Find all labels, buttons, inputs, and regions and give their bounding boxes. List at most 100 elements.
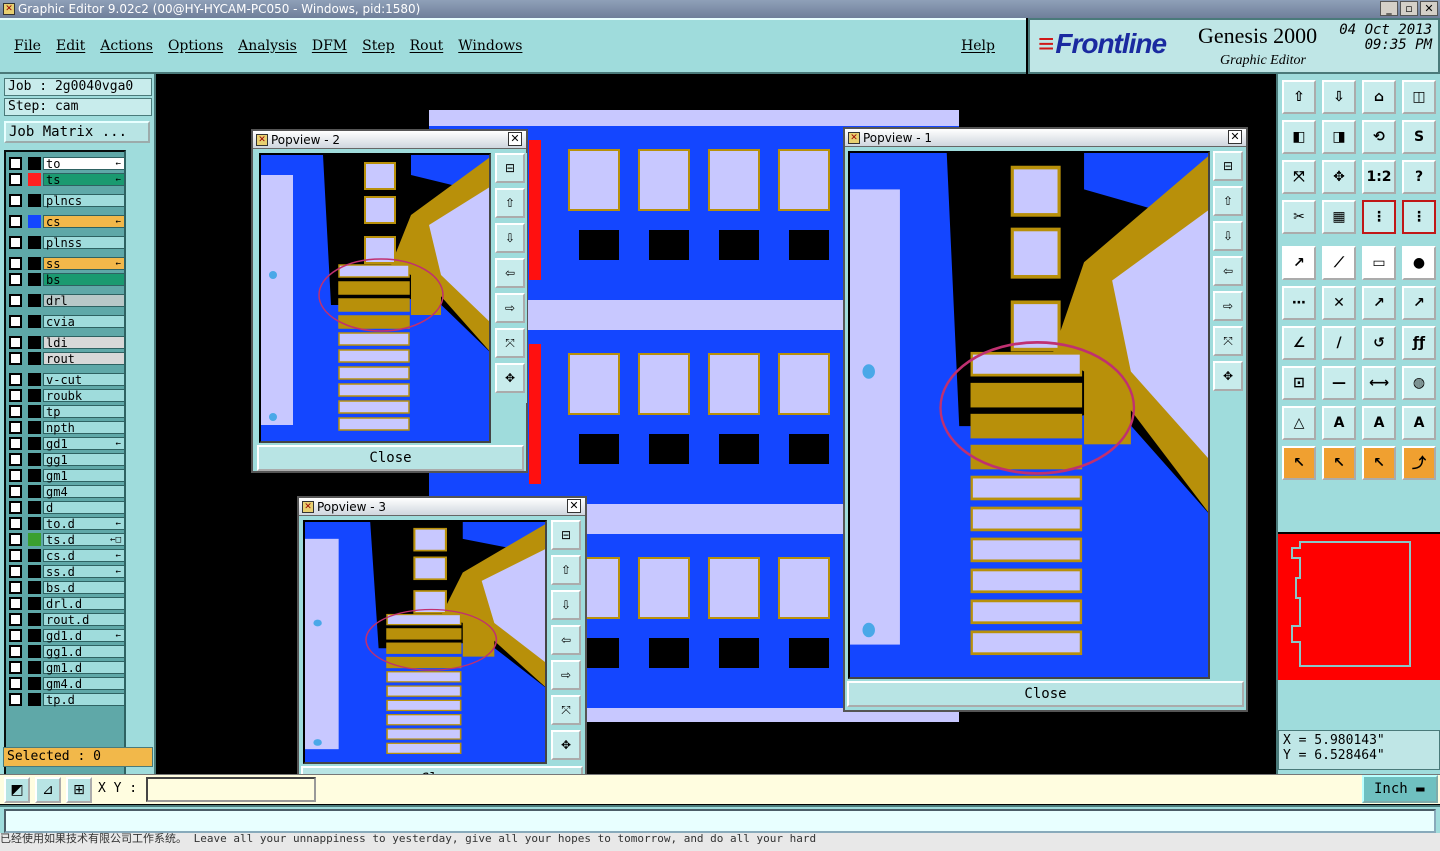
ff-icon[interactable]: ƒƒ: [1402, 326, 1436, 360]
layer-name[interactable]: gd1 ←: [43, 436, 125, 450]
menu-dfm[interactable]: DFM: [312, 38, 347, 54]
layer-checkbox[interactable]: [9, 596, 22, 610]
house-icon[interactable]: ⌂: [1362, 80, 1396, 114]
pan-left-icon[interactable]: ⇦: [1213, 256, 1243, 286]
add-feature-icon[interactable]: ↗: [1282, 246, 1316, 280]
layer-row-npth[interactable]: npth: [8, 420, 125, 434]
layer-row-plnss[interactable]: plnss: [8, 235, 125, 249]
layer-row-gg1-d[interactable]: gg1.d: [8, 644, 125, 658]
pan-left-icon[interactable]: ◧: [1282, 120, 1316, 154]
layer-row-ss[interactable]: ss ←: [8, 256, 125, 270]
pan-up-icon[interactable]: ⇧: [551, 555, 581, 585]
layer-name[interactable]: gm1: [43, 468, 125, 482]
connect-icon[interactable]: ⋯: [1282, 286, 1316, 320]
pan-right-icon[interactable]: ⇨: [495, 293, 525, 323]
triangle-b-icon[interactable]: A: [1322, 406, 1356, 440]
layer-name[interactable]: v-cut: [43, 372, 125, 386]
menu-windows[interactable]: Windows: [458, 38, 522, 54]
layer-row-gg1[interactable]: gg1: [8, 452, 125, 466]
layer-row-rout[interactable]: rout: [8, 351, 125, 365]
maximize-button[interactable]: ▫: [1400, 1, 1418, 16]
menu-options[interactable]: Options: [168, 38, 223, 54]
layer-checkbox[interactable]: [9, 484, 22, 498]
grid-icon[interactable]: ⊞: [66, 777, 92, 803]
zoom-center-icon[interactable]: ✥: [495, 363, 525, 393]
layer-row-roubk[interactable]: roubk: [8, 388, 125, 402]
layer-row-bs[interactable]: bs: [8, 272, 125, 286]
layer-row-gm4[interactable]: gm4: [8, 484, 125, 498]
triangle-d-icon[interactable]: A: [1402, 406, 1436, 440]
layer-checkbox[interactable]: [9, 172, 22, 186]
slash-icon[interactable]: /: [1322, 326, 1356, 360]
net-select-icon[interactable]: ⋮: [1362, 200, 1396, 234]
layer-row-gm1[interactable]: gm1: [8, 468, 125, 482]
flip-icon[interactable]: ⟲: [1362, 120, 1396, 154]
layer-checkbox[interactable]: [9, 676, 22, 690]
popview-2-view[interactable]: [259, 153, 491, 443]
units-select[interactable]: Inch ▬: [1362, 775, 1438, 803]
dimension-icon[interactable]: ⟷: [1362, 366, 1396, 400]
window-icon[interactable]: ⊟: [551, 520, 581, 550]
triangle-a-icon[interactable]: △: [1282, 406, 1316, 440]
layer-name[interactable]: drl: [43, 293, 125, 307]
zoom-fit-icon[interactable]: ⤧: [495, 328, 525, 358]
zoom-center-icon[interactable]: ✥: [1213, 361, 1243, 391]
layer-row-bs-d[interactable]: bs.d: [8, 580, 125, 594]
board-overview-map[interactable]: [1278, 532, 1440, 680]
layer-checkbox[interactable]: [9, 372, 22, 386]
layer-row-drl-d[interactable]: drl.d: [8, 596, 125, 610]
s-curve-icon[interactable]: S: [1402, 120, 1436, 154]
menu-actions[interactable]: Actions: [100, 38, 153, 54]
snap-icon[interactable]: ⊡: [1282, 366, 1316, 400]
layer-name[interactable]: gd1.d ←: [43, 628, 125, 642]
xy-input[interactable]: [146, 777, 316, 802]
layer-name[interactable]: bs: [43, 272, 125, 286]
pan-up-icon[interactable]: ⇧: [1213, 186, 1243, 216]
triangle-c-icon[interactable]: A: [1362, 406, 1396, 440]
layer-name[interactable]: ss.d ←: [43, 564, 125, 578]
pan-right-icon[interactable]: ⇨: [551, 660, 581, 690]
layer-name[interactable]: plnss: [43, 235, 125, 249]
layer-checkbox[interactable]: [9, 256, 22, 270]
arrow-red-2-icon[interactable]: ↗: [1402, 286, 1436, 320]
layer-row-ss-d[interactable]: ss.d ←: [8, 564, 125, 578]
layer-name[interactable]: bs.d: [43, 580, 125, 594]
layer-checkbox[interactable]: [9, 468, 22, 482]
layer-name[interactable]: cs.d ←: [43, 548, 125, 562]
arc-icon[interactable]: ↺: [1362, 326, 1396, 360]
zoom-fit-icon[interactable]: ◩: [4, 777, 30, 803]
pan-left-icon[interactable]: ⇦: [495, 258, 525, 288]
layer-row-cvia[interactable]: cvia: [8, 314, 125, 328]
layer-row-ts[interactable]: ts ←: [8, 172, 125, 186]
layer-row-gd1[interactable]: gd1 ←: [8, 436, 125, 450]
pan-right-icon[interactable]: ⇨: [1213, 291, 1243, 321]
layer-name[interactable]: plncs: [43, 193, 125, 207]
layer-name[interactable]: gm4: [43, 484, 125, 498]
layer-checkbox[interactable]: [9, 644, 22, 658]
pointer-select-icon[interactable]: ↖: [1322, 446, 1356, 480]
measure-icon[interactable]: ⊿: [35, 777, 61, 803]
popview-3-close-icon[interactable]: ✕: [567, 499, 581, 513]
pointer-icon[interactable]: ↖: [1282, 446, 1316, 480]
job-matrix-button[interactable]: Job Matrix ...: [4, 121, 150, 143]
layer-name[interactable]: gg1: [43, 452, 125, 466]
layer-checkbox[interactable]: [9, 156, 22, 170]
minus-icon[interactable]: —: [1322, 366, 1356, 400]
layer-checkbox[interactable]: [9, 193, 22, 207]
layer-name[interactable]: ss ←: [43, 256, 125, 270]
layer-name[interactable]: roubk: [43, 388, 125, 402]
pan-up-icon[interactable]: ⇧: [495, 188, 525, 218]
layer-name[interactable]: rout.d: [43, 612, 125, 626]
grid-icon[interactable]: ▦: [1322, 200, 1356, 234]
popview-2-close-button[interactable]: Close: [257, 445, 524, 471]
close-window-button[interactable]: ✕: [1420, 1, 1438, 16]
cross-icon[interactable]: ✕: [1322, 286, 1356, 320]
layer-checkbox[interactable]: [9, 532, 22, 546]
zoom-fit-icon[interactable]: ⤧: [551, 695, 581, 725]
layer-row-to-d[interactable]: to.d ←: [8, 516, 125, 530]
layer-checkbox[interactable]: [9, 548, 22, 562]
layer-name[interactable]: tp: [43, 404, 125, 418]
pan-down-icon[interactable]: ⇩: [551, 590, 581, 620]
layer-name[interactable]: d: [43, 500, 125, 514]
app-icon[interactable]: ✕: [3, 3, 15, 15]
